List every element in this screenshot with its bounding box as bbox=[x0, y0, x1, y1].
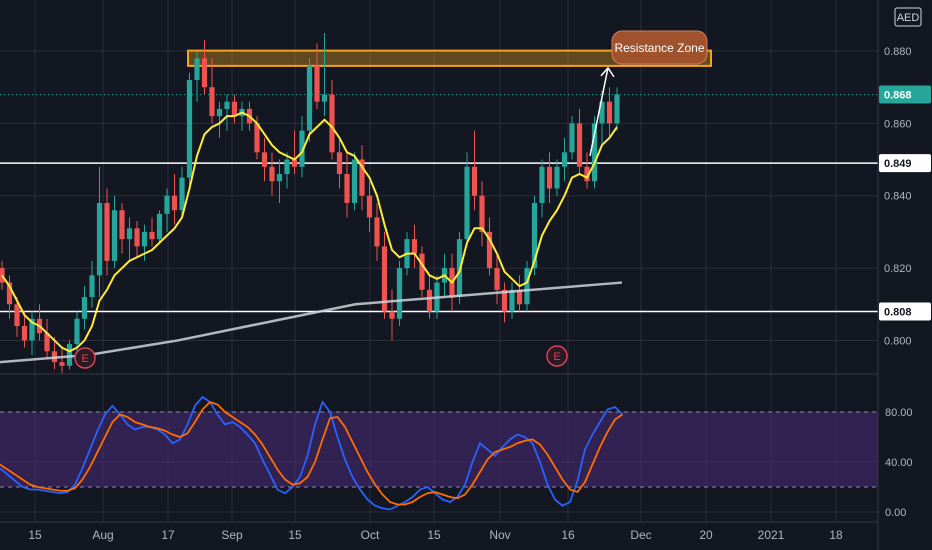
price-axis-tick: 0.840 bbox=[884, 191, 912, 203]
candle-body[interactable] bbox=[509, 289, 515, 312]
candle-body[interactable] bbox=[374, 217, 380, 247]
candle-body[interactable] bbox=[134, 228, 140, 247]
candle-body[interactable] bbox=[321, 94, 328, 102]
candle-body[interactable] bbox=[216, 108, 223, 117]
price-label-text: 0.868 bbox=[884, 89, 912, 101]
price-axis-tick: 0.820 bbox=[884, 263, 912, 275]
earnings-marker-label: E bbox=[81, 353, 88, 365]
currency-label: AED bbox=[897, 12, 920, 24]
candle-body[interactable] bbox=[576, 123, 583, 167]
candle-body[interactable] bbox=[201, 58, 208, 88]
candle-body[interactable] bbox=[141, 231, 148, 247]
time-axis-tick: 15 bbox=[28, 528, 42, 542]
candle-body[interactable] bbox=[194, 58, 200, 80]
time-axis-tick: Dec bbox=[630, 528, 651, 542]
candle-body[interactable] bbox=[419, 253, 425, 290]
stoch-rsi-axis-tick: 40.00 bbox=[885, 457, 913, 469]
candle-body[interactable] bbox=[261, 152, 268, 167]
currency-button[interactable]: AED bbox=[894, 7, 922, 27]
candle-body[interactable] bbox=[269, 166, 275, 182]
time-axis-tick: 16 bbox=[561, 528, 575, 542]
price-label-text: 0.808 bbox=[884, 307, 912, 319]
candle-body[interactable] bbox=[231, 101, 238, 117]
candle-body[interactable] bbox=[569, 123, 575, 153]
candle-body[interactable] bbox=[104, 202, 110, 261]
price-axis-tick: 0.800 bbox=[884, 335, 912, 347]
candle-body[interactable] bbox=[126, 228, 133, 240]
candle-body[interactable] bbox=[59, 362, 65, 366]
candle-body[interactable] bbox=[306, 65, 313, 131]
candle-body[interactable] bbox=[171, 195, 178, 211]
candle-body[interactable] bbox=[119, 210, 125, 240]
price-label-text: 0.849 bbox=[884, 158, 912, 170]
candle-body[interactable] bbox=[561, 152, 568, 167]
candle-body[interactable] bbox=[179, 177, 185, 211]
candle-body[interactable] bbox=[494, 268, 500, 290]
time-axis-tick: Oct bbox=[361, 528, 380, 542]
price-axis-tick: 0.860 bbox=[884, 118, 912, 130]
candle-body[interactable] bbox=[186, 79, 193, 178]
time-axis-tick: 18 bbox=[829, 528, 843, 542]
candle-body[interactable] bbox=[389, 311, 395, 319]
price-axis-tick: 0.880 bbox=[884, 46, 912, 58]
candle-body[interactable] bbox=[284, 159, 290, 175]
candle-body[interactable] bbox=[14, 304, 20, 326]
candle-body[interactable] bbox=[209, 87, 215, 117]
candle-body[interactable] bbox=[426, 289, 433, 312]
candle-body[interactable] bbox=[74, 318, 80, 345]
candle-body[interactable] bbox=[539, 166, 545, 203]
candle-body[interactable] bbox=[471, 166, 478, 196]
stoch-rsi-axis-tick: 80.00 bbox=[885, 407, 913, 419]
candle-body[interactable] bbox=[411, 239, 418, 254]
candle-body[interactable] bbox=[224, 101, 230, 109]
stoch-rsi-band bbox=[0, 412, 878, 487]
candle-body[interactable] bbox=[329, 94, 335, 153]
time-axis-tick: Nov bbox=[489, 528, 510, 542]
candle-body[interactable] bbox=[546, 166, 553, 189]
candle-body[interactable] bbox=[276, 174, 283, 182]
candle-body[interactable] bbox=[554, 166, 560, 189]
candle-body[interactable] bbox=[164, 195, 170, 214]
candle-body[interactable] bbox=[89, 275, 95, 298]
candle-body[interactable] bbox=[464, 166, 470, 240]
stoch-rsi-axis-tick: 0.00 bbox=[885, 507, 906, 519]
time-axis-tick: 17 bbox=[161, 528, 175, 542]
candle-body[interactable] bbox=[66, 344, 73, 366]
time-axis-tick: 15 bbox=[427, 528, 441, 542]
candle-body[interactable] bbox=[156, 213, 163, 240]
candle-body[interactable] bbox=[479, 195, 485, 232]
candle-body[interactable] bbox=[21, 325, 28, 341]
time-axis-tick: 15 bbox=[288, 528, 302, 542]
resistance-zone-callout[interactable]: Resistance Zone bbox=[610, 30, 708, 65]
candle-body[interactable] bbox=[344, 174, 350, 203]
callout-label: Resistance Zone bbox=[614, 41, 704, 55]
time-axis-tick: Aug bbox=[92, 528, 113, 542]
candle-body[interactable] bbox=[524, 268, 530, 305]
price-chart[interactable]: Resistance Zone E E 0.880 0.860 0.840 0.820 0… bbox=[0, 0, 932, 550]
earnings-marker-label: E bbox=[553, 351, 560, 363]
candle-body[interactable] bbox=[81, 297, 88, 319]
candle-body[interactable] bbox=[366, 195, 373, 218]
candle-body[interactable] bbox=[111, 210, 118, 261]
candle-body[interactable] bbox=[614, 94, 620, 124]
candle-body[interactable] bbox=[351, 159, 358, 203]
candle-body[interactable] bbox=[314, 65, 320, 102]
candle-body[interactable] bbox=[606, 101, 613, 124]
time-axis-tick: Sep bbox=[221, 528, 243, 542]
candle-body[interactable] bbox=[396, 268, 403, 319]
time-axis-tick: 2021 bbox=[758, 528, 785, 542]
candle-body[interactable] bbox=[149, 231, 155, 240]
candle-body[interactable] bbox=[96, 202, 103, 276]
time-axis-tick: 20 bbox=[699, 528, 713, 542]
candle-body[interactable] bbox=[336, 152, 343, 175]
